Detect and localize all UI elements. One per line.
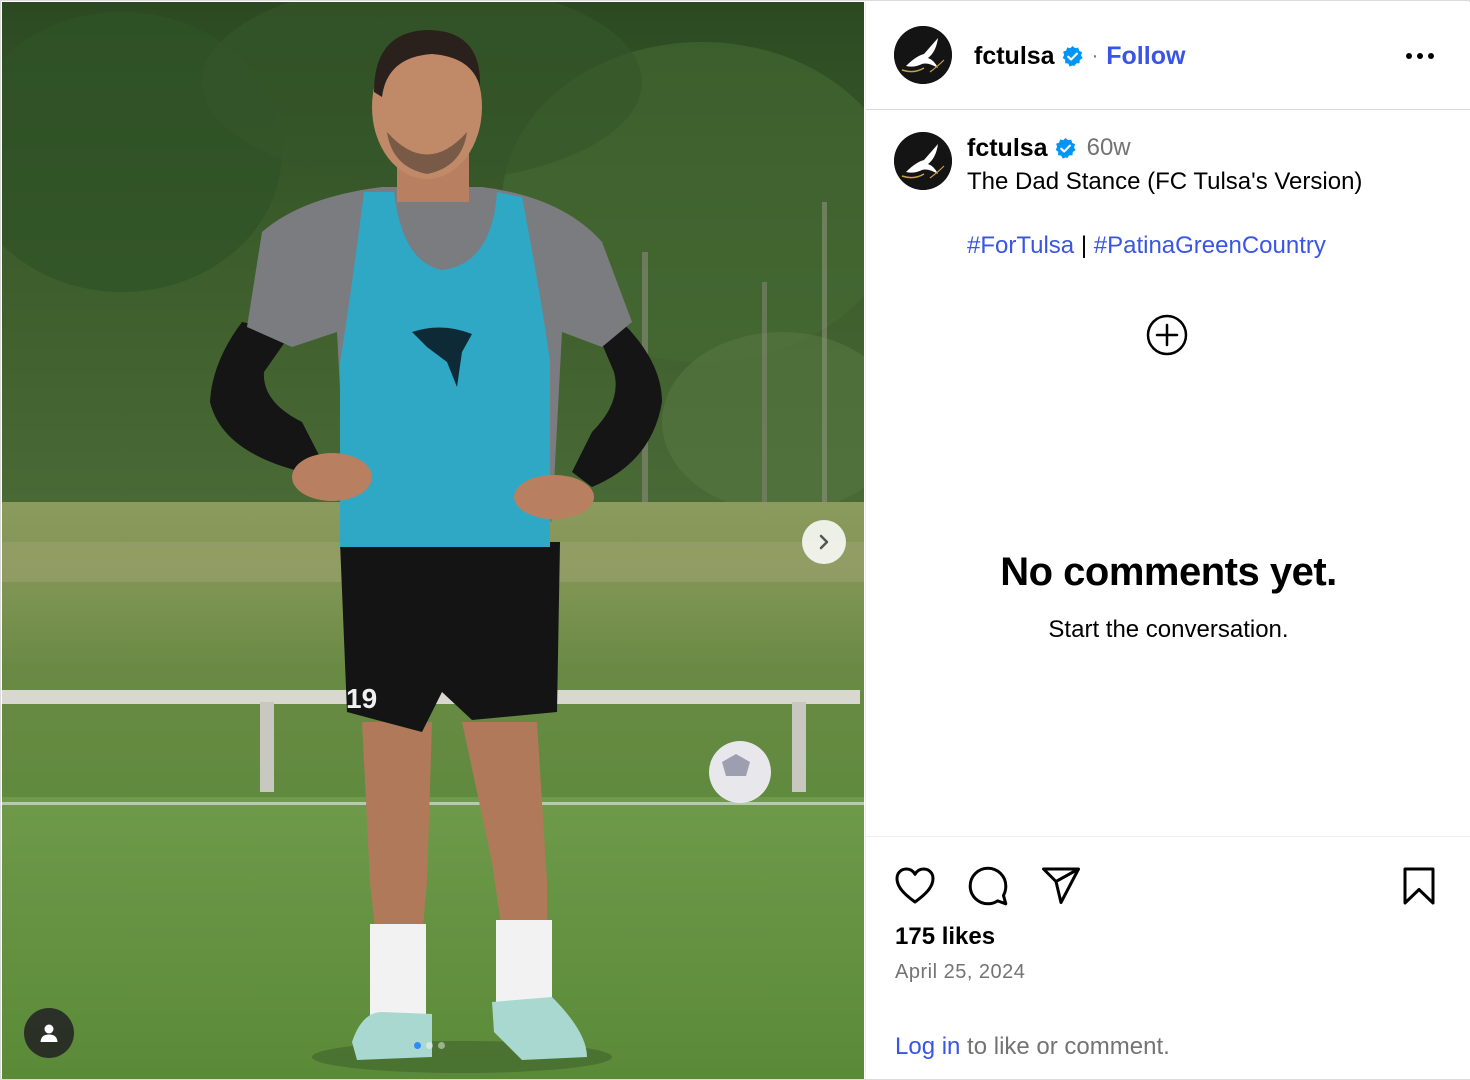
avatar[interactable] [894,132,952,190]
hashtag-link[interactable]: #ForTulsa [967,232,1074,259]
carousel-indicator [414,1042,445,1049]
login-prompt-text: to like or comment. [960,1033,1170,1060]
user-tag-icon [40,1024,58,1042]
post-header: fctulsa · Follow [866,2,1470,110]
carousel-next-button[interactable] [802,520,846,564]
shorts-number: 19 [346,683,377,714]
add-comment-button[interactable] [1145,313,1189,357]
post-photo: 19 [2,2,864,1079]
username[interactable]: fctulsa [974,42,1055,71]
like-button[interactable] [892,863,938,909]
bookmark-icon [1403,867,1435,905]
post-time[interactable]: 60w [1087,134,1131,162]
tagged-users-button[interactable] [24,1008,74,1058]
caption-text: The Dad Stance (FC Tulsa's Version) [967,168,1363,195]
verified-icon [1055,137,1076,159]
share-button[interactable] [1038,863,1084,909]
post-side-panel: fctulsa · Follow fctulsa 60w The Dad Sta… [865,2,1470,1079]
comment-icon [968,866,1008,906]
login-prompt: Log in to like or comment. [895,1033,1170,1061]
follow-button[interactable]: Follow [1106,42,1185,71]
verified-icon [1062,45,1083,67]
hashtag-separator: | [1080,232,1088,259]
comment-button[interactable] [965,863,1011,909]
share-icon [1042,867,1080,904]
caption-header: fctulsa 60w [967,132,1131,164]
login-link[interactable]: Log in [895,1033,960,1060]
avatar[interactable] [894,26,952,84]
caption-hashtags: #ForTulsa | #PatinaGreenCountry [967,232,1326,260]
empty-comments-title: No comments yet. [1000,550,1337,594]
fc-tulsa-logo [894,26,952,84]
carousel-dot [414,1042,421,1049]
header-user-row: fctulsa · Follow [974,40,1185,72]
save-button[interactable] [1396,863,1442,909]
add-comment-icon [1146,314,1188,356]
carousel-dot [426,1042,433,1049]
post-media[interactable]: 19 [2,2,864,1079]
post-date[interactable]: April 25, 2024 [895,961,1025,984]
more-options-icon [1406,53,1434,59]
chevron-right-icon [819,534,829,550]
heart-icon [895,867,935,904]
fc-tulsa-logo [894,132,952,190]
carousel-dot [438,1042,445,1049]
empty-comments-subtitle: Start the conversation. [1048,616,1289,643]
more-options-button[interactable] [1404,42,1436,70]
hashtag-link[interactable]: #PatinaGreenCountry [1094,232,1326,259]
likes-count[interactable]: 175 likes [895,923,995,951]
separator-dot: · [1091,44,1099,67]
caption-username[interactable]: fctulsa [967,134,1048,163]
post-actions-footer: 175 likes April 25, 2024 Log in to like … [866,836,1470,1079]
post-dialog: 19 fctulsa · Follow fctulsa 60w The Dad … [0,0,1470,1080]
